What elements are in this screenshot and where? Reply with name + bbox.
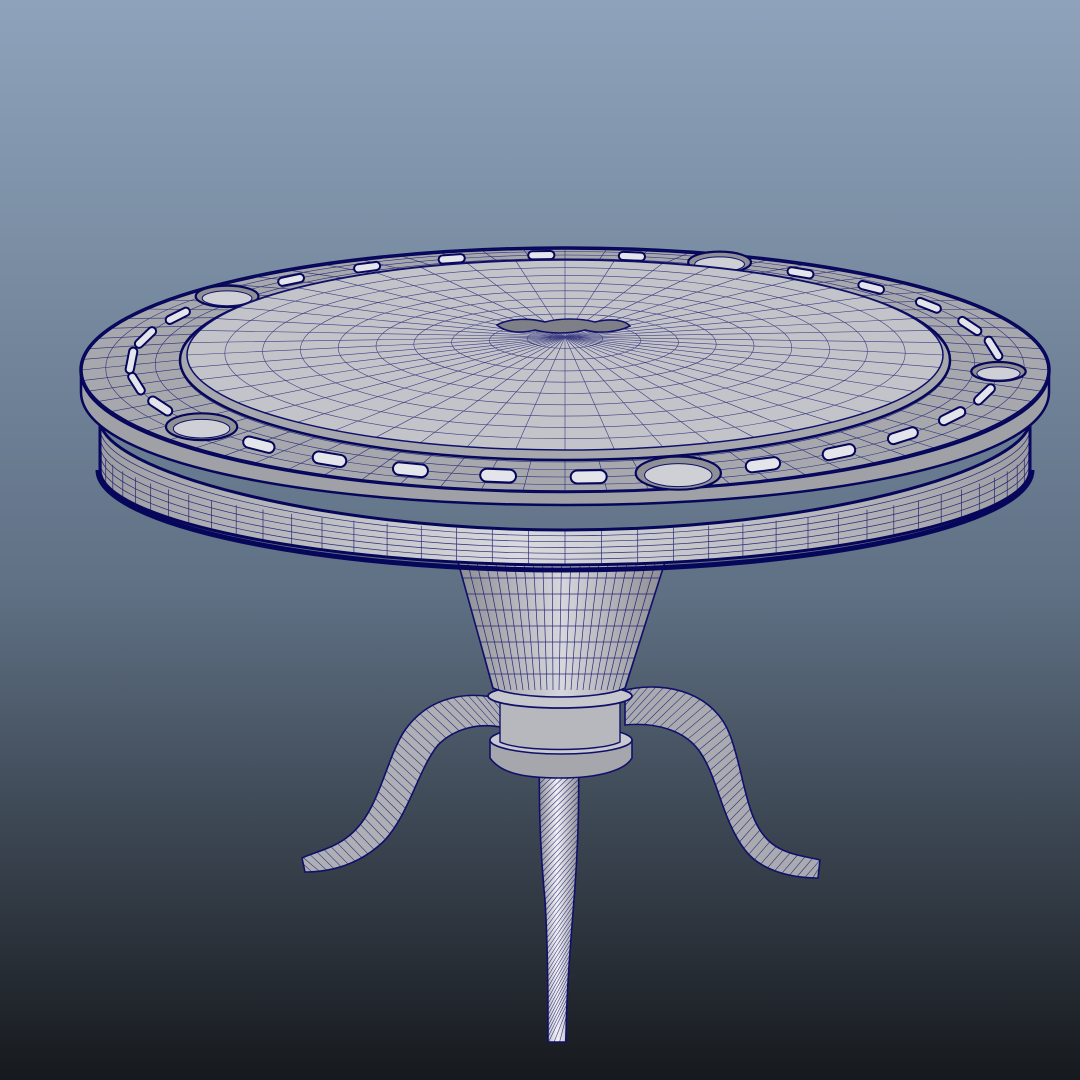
viewport-canvas (0, 0, 1080, 1080)
center-emblem (495, 318, 632, 334)
table-felt-surface (186, 259, 944, 451)
chip-slot (437, 253, 466, 265)
chip-slot (617, 250, 646, 262)
chip-slot (391, 461, 429, 479)
pedestal-collar (487, 683, 633, 779)
chip-slot (527, 249, 556, 261)
chip-slot (479, 467, 517, 484)
chip-slot (569, 469, 608, 485)
3d-viewport[interactable] (0, 0, 1080, 1080)
